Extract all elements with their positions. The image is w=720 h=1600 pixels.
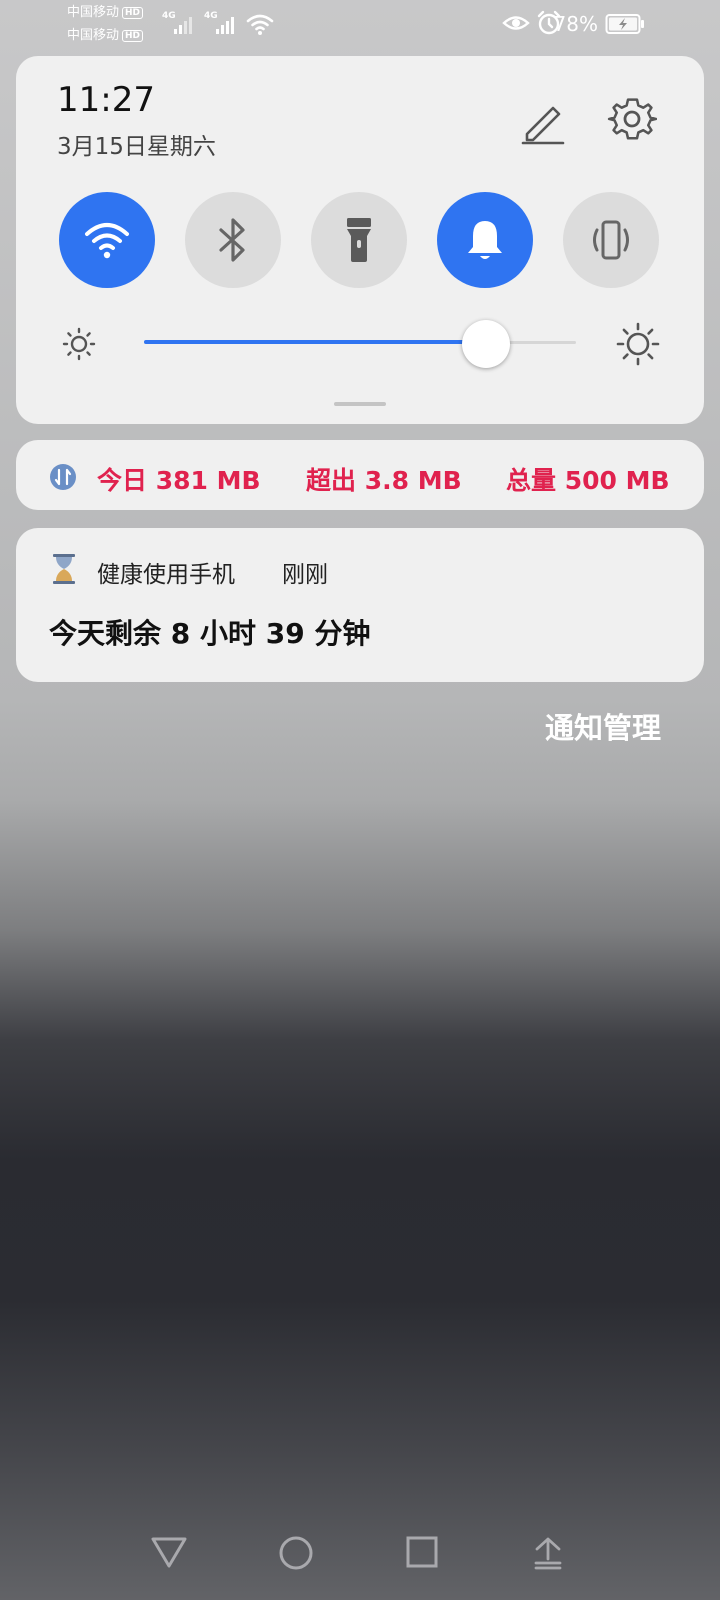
carrier-2-label: 中国移动: [67, 28, 120, 43]
hd-badge: HD: [122, 30, 144, 42]
wifi-icon: [85, 223, 129, 259]
toggle-sound[interactable]: [437, 192, 533, 288]
toggle-bluetooth[interactable]: [185, 192, 281, 288]
battery-percent: 78%: [553, 12, 598, 36]
clock-date: 3月15日星期六: [57, 134, 216, 160]
brightness-low-icon: [62, 327, 96, 361]
panel-drag-handle[interactable]: [334, 402, 386, 406]
notification-time: 刚刚: [282, 562, 328, 588]
hourglass-icon: [53, 554, 75, 584]
battery-charging-icon: [605, 14, 644, 34]
carrier-1: 中国移动 HD: [67, 5, 144, 21]
notification-app-name: 健康使用手机: [97, 562, 235, 588]
carrier-2: 中国移动 HD: [67, 28, 144, 44]
toggle-flashlight[interactable]: [311, 192, 407, 288]
hd-badge: HD: [122, 7, 144, 19]
collapse-icon[interactable]: [533, 1535, 563, 1571]
brightness-slider-fill: [144, 340, 488, 344]
data-transfer-icon: [50, 464, 76, 490]
bluetooth-icon: [219, 218, 245, 262]
toggle-wifi[interactable]: [59, 192, 155, 288]
toggle-vibrate[interactable]: [563, 192, 659, 288]
data-today: 今日 381 MB: [97, 466, 261, 495]
signal-icon: [216, 17, 234, 34]
settings-icon[interactable]: [607, 96, 657, 146]
back-icon[interactable]: [150, 1535, 188, 1569]
data-total: 总量 500 MB: [506, 466, 670, 495]
notification-body: 今天剩余 8 小时 39 分钟: [49, 617, 371, 650]
carrier-1-label: 中国移动: [67, 5, 120, 20]
flashlight-icon: [347, 218, 371, 262]
notification-manage-link[interactable]: 通知管理: [545, 705, 661, 747]
edit-icon[interactable]: [519, 98, 567, 146]
signal-icon: [174, 17, 192, 34]
clock-time: 11:27: [57, 80, 155, 120]
home-icon[interactable]: [278, 1535, 314, 1571]
notification-card[interactable]: [16, 528, 704, 682]
wifi-icon: [246, 14, 274, 35]
eye-icon: [502, 16, 530, 30]
data-exceeded: 超出 3.8 MB: [306, 466, 462, 495]
vibrate-icon: [593, 220, 629, 260]
brightness-high-icon: [616, 322, 660, 366]
recents-icon[interactable]: [405, 1535, 439, 1569]
brightness-slider-thumb[interactable]: [462, 320, 510, 368]
bell-icon: [468, 221, 502, 259]
